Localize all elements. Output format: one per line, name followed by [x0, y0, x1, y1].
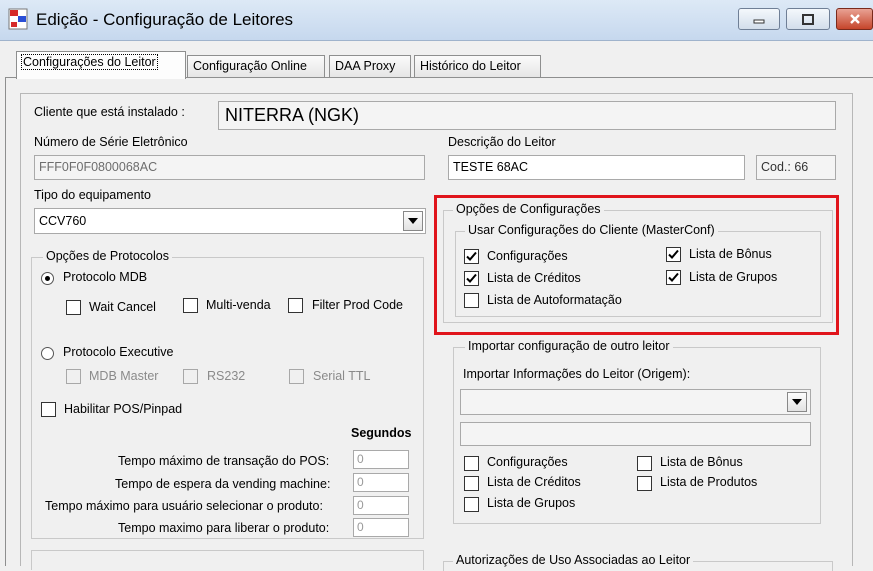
tab-configuracoes-do-leitor[interactable]: Configurações do Leitor [16, 51, 186, 79]
wait-cancel-checkbox[interactable] [66, 300, 81, 315]
wait-cancel-label: Wait Cancel [89, 300, 156, 314]
minimize-button[interactable] [738, 8, 780, 30]
timeout-release-input[interactable]: 0 [353, 518, 409, 537]
imp-lista-produtos-label: Lista de Produtos [660, 475, 758, 489]
code-field: Cod.: 66 [756, 155, 836, 180]
close-button[interactable] [836, 8, 873, 30]
timeout-vending-label: Tempo de espera da vending machine: [115, 477, 331, 491]
rs232-label: RS232 [207, 369, 246, 383]
imp-lista-bonus-checkbox[interactable] [637, 456, 652, 471]
timeout-release-label: Tempo maximo para liberar o produto: [118, 521, 330, 535]
filter-prod-code-checkbox[interactable] [288, 298, 303, 313]
imp-configuracoes-label: Configurações [487, 455, 568, 469]
imp-lista-bonus-label: Lista de Bônus [660, 455, 743, 469]
description-label: Descrição do Leitor [448, 135, 556, 149]
tab-daa-proxy[interactable]: DAA Proxy [329, 55, 411, 77]
minimize-icon [753, 19, 765, 24]
app-icon [8, 8, 28, 30]
window-title: Edição - Configuração de Leitores [36, 10, 294, 29]
tab-historico-do-leitor[interactable]: Histórico do Leitor [414, 55, 541, 77]
timeout-vending-input[interactable]: 0 [353, 473, 409, 492]
serial-ttl-label: Serial TTL [313, 369, 371, 383]
timeout-select-label: Tempo máximo para usuário selecionar o p… [45, 499, 323, 513]
imp-lista-creditos-checkbox[interactable] [464, 476, 479, 491]
description-input[interactable]: TESTE 68AC [448, 155, 745, 180]
equipment-dropdown-button[interactable] [403, 211, 423, 231]
filter-prod-code-label: Filter Prod Code [312, 298, 404, 312]
import-legend: Importar configuração de outro leitor [465, 339, 673, 353]
serial-label: Número de Série Eletrônico [34, 135, 188, 149]
imp-lista-grupos-label: Lista de Grupos [487, 496, 576, 510]
tab-configuracao-online[interactable]: Configuração Online [187, 55, 325, 77]
imp-configuracoes-checkbox[interactable] [464, 456, 479, 471]
close-icon [849, 14, 860, 24]
serial-ttl-checkbox[interactable] [289, 369, 304, 384]
lower-left-group [31, 550, 424, 570]
radio-selected-dot [45, 276, 50, 281]
import-source-label: Importar Informações do Leitor (Origem): [463, 367, 691, 381]
mdb-master-label: MDB Master [89, 369, 159, 383]
mdb-master-checkbox[interactable] [66, 369, 81, 384]
imp-lista-creditos-label: Lista de Créditos [487, 475, 581, 489]
pos-pinpad-checkbox[interactable] [41, 402, 56, 417]
protocol-executive-label: Protocolo Executive [63, 345, 174, 359]
imp-lista-produtos-checkbox[interactable] [637, 476, 652, 491]
multi-venda-label: Multi-venda [206, 298, 271, 312]
client-label: Cliente que está instalado : [34, 105, 185, 119]
maximize-button[interactable] [786, 8, 830, 30]
protocol-mdb-radio[interactable] [41, 272, 54, 285]
imp-lista-grupos-checkbox[interactable] [464, 497, 479, 512]
chevron-down-icon [792, 399, 802, 405]
pos-pinpad-label: Habilitar POS/Pinpad [64, 402, 183, 416]
seconds-header: Segundos [351, 426, 412, 440]
timeout-select-input[interactable]: 0 [353, 496, 409, 515]
protocol-executive-radio[interactable] [41, 347, 54, 360]
timeout-pos-label: Tempo máximo de transação do POS: [118, 454, 330, 468]
multi-venda-checkbox[interactable] [183, 298, 198, 313]
rs232-checkbox[interactable] [183, 369, 198, 384]
import-info-field [460, 422, 811, 446]
authorizations-legend: Autorizações de Uso Associadas ao Leitor [453, 553, 694, 567]
maximize-icon [802, 13, 814, 25]
timeout-pos-input[interactable]: 0 [353, 450, 409, 469]
equipment-value: CCV760 [39, 214, 87, 228]
highlight-box [434, 195, 839, 335]
chevron-down-icon [408, 218, 418, 224]
protocol-mdb-label: Protocolo MDB [63, 270, 148, 284]
equipment-label: Tipo do equipamento [34, 188, 151, 202]
serial-field: FFF0F0F0800068AC [34, 155, 425, 180]
import-source-select[interactable] [460, 389, 811, 415]
equipment-select[interactable]: CCV760 [34, 208, 426, 234]
protocol-options-legend: Opções de Protocolos [43, 249, 172, 263]
client-field: NITERRA (NGK) [218, 101, 836, 130]
import-source-dropdown-button[interactable] [787, 392, 807, 412]
